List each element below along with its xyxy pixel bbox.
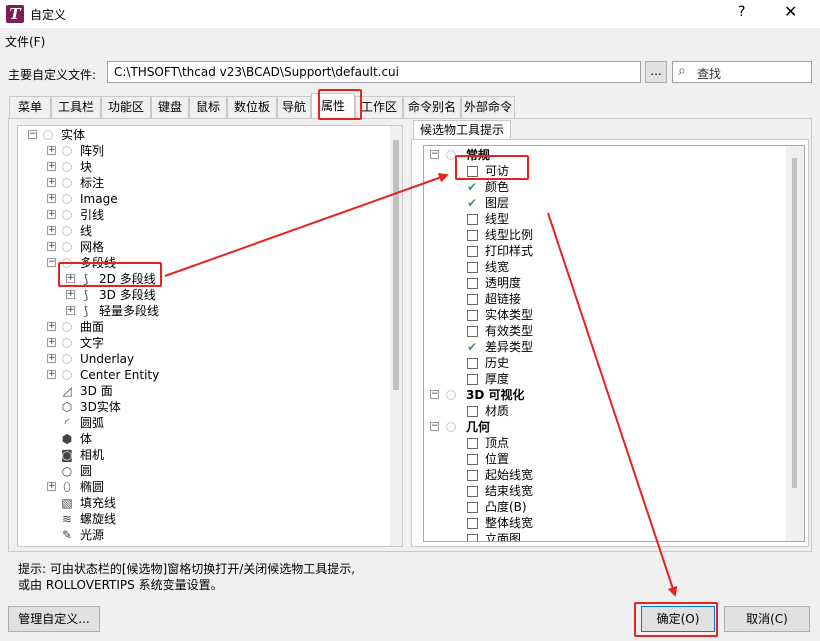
annotation-arrows — [164, 172, 678, 597]
arrow-to-checkbox — [164, 172, 449, 277]
arrow-to-ok — [547, 212, 678, 597]
